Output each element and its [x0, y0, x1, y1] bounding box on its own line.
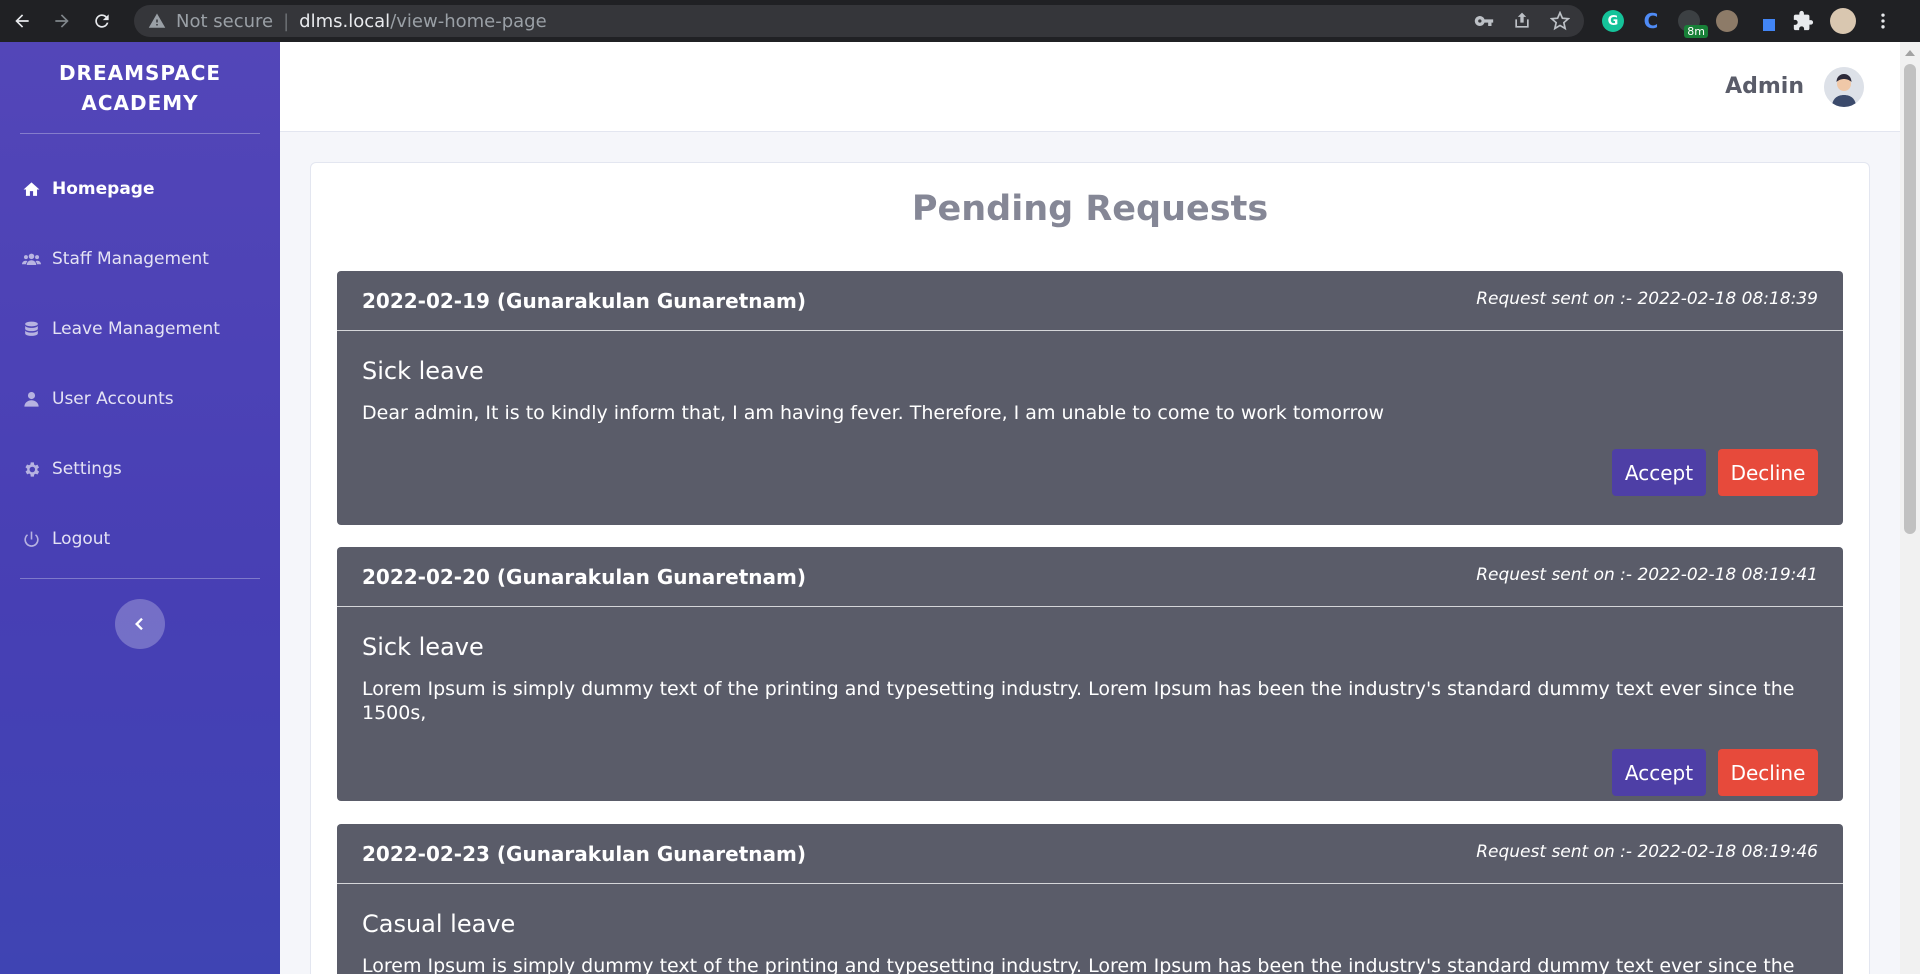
star-icon[interactable] — [1550, 11, 1570, 31]
accept-button[interactable]: Accept — [1612, 749, 1706, 796]
sidebar-item-label: Leave Management — [52, 319, 220, 339]
request-body: Sick leave Dear admin, It is to kindly i… — [337, 331, 1843, 496]
sidebar-item-label: Settings — [52, 459, 122, 479]
leave-type: Sick leave — [362, 357, 484, 385]
c-extension-icon[interactable]: C — [1640, 9, 1662, 33]
request-card: 2022-02-23 (Gunarakulan Gunaretnam) Requ… — [337, 824, 1843, 974]
request-sent-time: Request sent on :- 2022-02-18 08:19:41 — [1476, 564, 1818, 585]
request-date: 2022-02-19 (Gunarakulan Gunaretnam) — [362, 288, 806, 313]
sidebar-nav: Homepage Staff Management Leave Manageme… — [0, 154, 280, 574]
brand-line2: ACADEMY — [81, 91, 199, 115]
leave-type: Casual leave — [362, 910, 516, 938]
sidebar-item-label: Logout — [52, 529, 111, 549]
sidebar-item-staff-management[interactable]: Staff Management — [0, 224, 280, 294]
user-name[interactable]: Admin — [1725, 74, 1804, 99]
request-sent-time: Request sent on :- 2022-02-18 08:19:46 — [1476, 841, 1818, 862]
sidebar: DREAMSPACE ACADEMY Homepage Staff Manage… — [0, 42, 280, 974]
page-title: Pending Requests — [911, 189, 1269, 229]
users-icon — [20, 248, 42, 270]
extension-badge: 8m — [1684, 25, 1708, 38]
request-description: Dear admin, It is to kindly inform that,… — [362, 402, 1385, 424]
reload-button[interactable] — [84, 3, 120, 39]
sidebar-item-logout[interactable]: Logout — [0, 504, 280, 574]
forward-button[interactable] — [44, 3, 80, 39]
scroll-thumb[interactable] — [1904, 64, 1916, 534]
request-header: 2022-02-23 (Gunarakulan Gunaretnam) Requ… — [337, 824, 1843, 884]
database-icon — [20, 318, 42, 340]
url-path: /view-home-page — [390, 10, 547, 32]
brand-line1: DREAMSPACE — [58, 61, 222, 85]
home-icon — [20, 178, 42, 200]
request-body: Sick leave Lorem Ipsum is simply dummy t… — [337, 607, 1843, 796]
pen-extension-icon[interactable] — [1754, 10, 1776, 32]
power-icon — [20, 528, 42, 550]
request-header: 2022-02-19 (Gunarakulan Gunaretnam) Requ… — [337, 271, 1843, 331]
request-card: 2022-02-19 (Gunarakulan Gunaretnam) Requ… — [337, 271, 1843, 525]
scroll-up-arrow[interactable] — [1905, 50, 1915, 56]
request-date: 2022-02-23 (Gunarakulan Gunaretnam) — [362, 841, 806, 866]
owl-extension-icon[interactable] — [1716, 10, 1738, 32]
sidebar-item-label: Staff Management — [52, 249, 209, 269]
leave-type: Sick leave — [362, 633, 484, 661]
address-bar[interactable]: Not secure | dlms.local/view-home-page — [134, 5, 1584, 37]
request-description: Lorem Ipsum is simply dummy text of the … — [362, 955, 1795, 974]
decline-button[interactable]: Decline — [1718, 749, 1818, 796]
request-header: 2022-02-20 (Gunarakulan Gunaretnam) Requ… — [337, 547, 1843, 607]
url-separator: | — [283, 10, 290, 32]
puzzle-icon[interactable] — [1792, 10, 1814, 32]
back-button[interactable] — [4, 3, 40, 39]
request-card: 2022-02-20 (Gunarakulan Gunaretnam) Requ… — [337, 547, 1843, 801]
brand-logo[interactable]: DREAMSPACE ACADEMY — [0, 42, 280, 133]
decline-button[interactable]: Decline — [1718, 449, 1818, 496]
sidebar-item-label: Homepage — [52, 179, 155, 199]
sidebar-item-settings[interactable]: Settings — [0, 434, 280, 504]
profile-avatar[interactable] — [1830, 8, 1856, 34]
url-host: dlms.local — [299, 10, 391, 32]
top-bar: Admin — [280, 42, 1900, 132]
arrow-right-icon — [55, 14, 69, 28]
security-label: Not secure — [176, 10, 274, 32]
accept-button[interactable]: Accept — [1612, 449, 1706, 496]
gear-icon — [20, 458, 42, 480]
request-description: Lorem Ipsum is simply dummy text of the … — [362, 678, 1795, 724]
menu-icon[interactable] — [1872, 10, 1894, 32]
browser-toolbar: Not secure | dlms.local/view-home-page G… — [0, 0, 1920, 42]
user-icon — [20, 388, 42, 410]
warning-icon — [148, 13, 166, 28]
tracker-extension-icon[interactable]: 8m — [1678, 10, 1708, 38]
chevron-left-icon — [135, 617, 143, 631]
page-scrollbar[interactable] — [1900, 42, 1920, 974]
request-sent-time: Request sent on :- 2022-02-18 08:18:39 — [1476, 288, 1818, 309]
sidebar-divider — [20, 133, 260, 134]
grammarly-extension-icon[interactable]: G — [1602, 10, 1624, 32]
pending-requests-card: Pending Requests 2022-02-19 (Gunarakulan… — [310, 162, 1870, 974]
arrow-left-icon — [15, 14, 29, 28]
share-icon[interactable] — [1512, 11, 1532, 31]
avatar[interactable] — [1824, 66, 1864, 107]
sidebar-divider-bottom — [20, 578, 260, 579]
request-actions: Accept Decline — [362, 749, 1818, 796]
key-icon[interactable] — [1474, 11, 1494, 31]
avatar-icon — [1824, 66, 1864, 107]
request-actions: Accept Decline — [362, 449, 1818, 496]
request-body: Casual leave Lorem Ipsum is simply dummy… — [337, 884, 1843, 974]
sidebar-item-label: User Accounts — [52, 389, 174, 409]
sidebar-toggle-button[interactable] — [115, 599, 165, 649]
sidebar-item-leave-management[interactable]: Leave Management — [0, 294, 280, 364]
sidebar-item-homepage[interactable]: Homepage — [0, 154, 280, 224]
reload-icon — [95, 14, 109, 28]
request-date: 2022-02-20 (Gunarakulan Gunaretnam) — [362, 564, 806, 589]
sidebar-item-user-accounts[interactable]: User Accounts — [0, 364, 280, 434]
